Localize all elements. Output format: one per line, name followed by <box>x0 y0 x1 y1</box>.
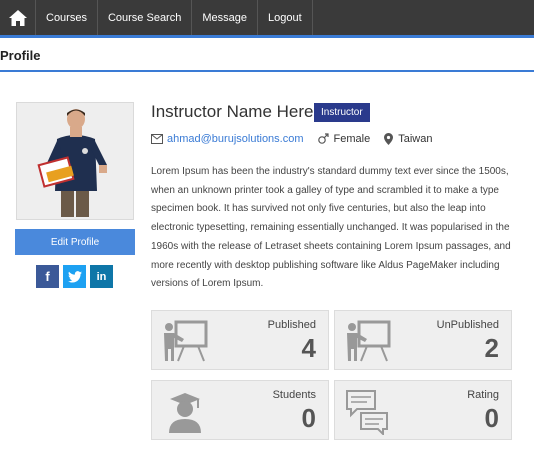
stat-value: 4 <box>301 333 316 363</box>
nav-course-search[interactable]: Course Search <box>98 0 193 35</box>
bio-text: Lorem Ipsum has been the industry's stan… <box>151 166 511 290</box>
stat-label: Rating <box>467 389 499 401</box>
gender-icon <box>317 133 329 144</box>
page-title: Profile <box>0 48 41 63</box>
gender-field: Female <box>317 133 371 145</box>
stat-value: 2 <box>484 333 499 363</box>
facebook-button[interactable]: f <box>36 265 59 288</box>
presentation-icon <box>164 320 208 362</box>
graduate-icon <box>169 393 201 433</box>
map-marker-icon <box>384 133 394 145</box>
twitter-icon <box>67 270 82 283</box>
top-navbar: Courses Course Search Message Logout <box>0 0 534 35</box>
stat-label: UnPublished <box>436 319 499 331</box>
stat-card-unpublished: UnPublished 2 <box>334 310 512 370</box>
edit-profile-button[interactable]: Edit Profile <box>15 229 135 255</box>
chat-bubbles-icon <box>346 390 388 435</box>
nav-logout[interactable]: Logout <box>258 0 313 35</box>
instructor-photo <box>17 103 133 219</box>
linkedin-icon: in <box>96 270 107 283</box>
location-value: Taiwan <box>398 133 433 145</box>
facebook-icon: f <box>45 269 50 284</box>
instructor-name: Instructor Name Here <box>151 102 314 121</box>
title-divider <box>0 70 534 72</box>
stat-card-published: Published 4 <box>151 310 329 370</box>
twitter-button[interactable]: t <box>63 265 86 288</box>
stat-label: Students <box>272 389 316 401</box>
profile-meta: ahmad@burujsolutions.com Female Taiwan <box>151 133 432 145</box>
avatar <box>16 102 134 220</box>
nav-accent-bar <box>0 35 534 38</box>
envelope-icon <box>151 134 163 144</box>
stat-card-rating: Rating 0 <box>334 380 512 440</box>
nav-home-button[interactable] <box>0 0 36 35</box>
stat-value: 0 <box>484 403 499 433</box>
gender-value: Female <box>333 133 371 145</box>
stat-card-students: Students 0 <box>151 380 329 440</box>
linkedin-button[interactable]: in <box>90 265 113 288</box>
location-field: Taiwan <box>384 133 432 145</box>
home-icon <box>8 9 27 26</box>
presentation-icon <box>347 320 391 362</box>
stat-label: Published <box>267 319 316 331</box>
nav-courses[interactable]: Courses <box>36 0 98 35</box>
role-badge: Instructor <box>314 103 370 122</box>
stat-value: 0 <box>301 403 316 433</box>
nav-message[interactable]: Message <box>192 0 258 35</box>
email-link[interactable]: ahmad@burujsolutions.com <box>167 133 304 145</box>
